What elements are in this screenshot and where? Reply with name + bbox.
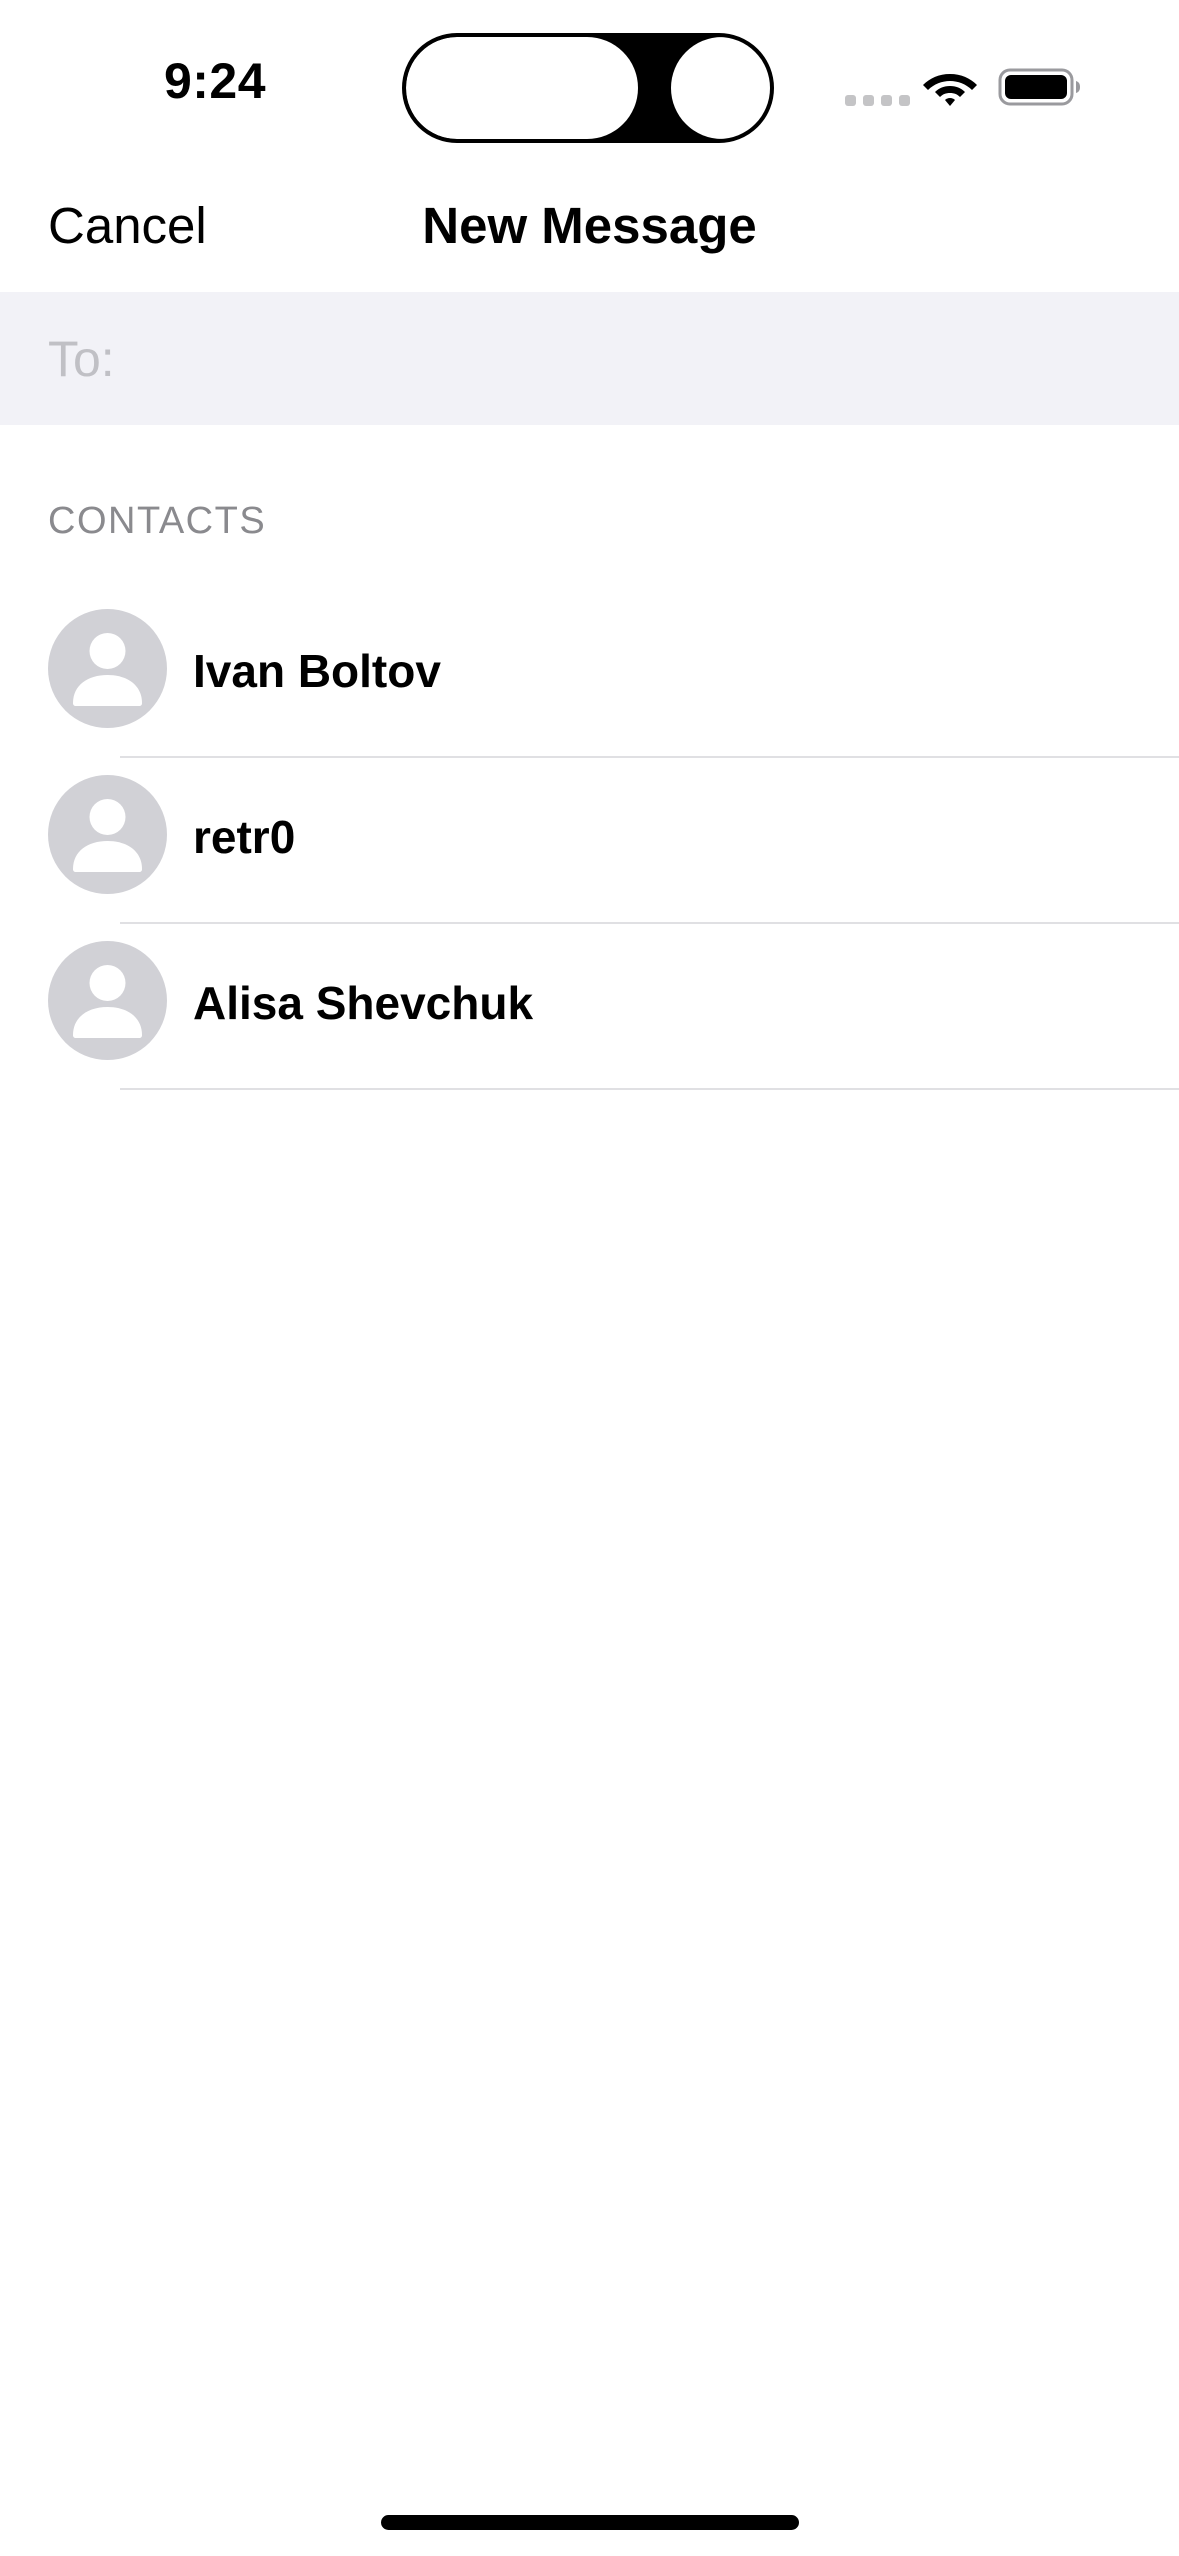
avatar [48,609,167,728]
wifi-icon [923,74,977,106]
avatar [48,775,167,894]
home-indicator[interactable] [381,2515,799,2530]
to-label: To: [48,331,115,387]
cellular-signal-icon [845,95,910,106]
row-divider [120,1088,1179,1090]
recipient-input[interactable] [140,312,1144,406]
person-icon [73,633,142,706]
to-field[interactable]: To: [0,292,1179,425]
avatar [48,941,167,1060]
contact-row[interactable]: Alisa Shevchuk [0,924,1179,1090]
person-icon [73,965,142,1038]
contact-list: Ivan Boltov retr0 Alisa Shevchuk [0,592,1179,1090]
cancel-button[interactable]: Cancel [48,196,207,255]
status-bar: 9:24 [0,0,1179,170]
dynamic-island-pill [406,37,638,139]
battery-icon [998,68,1080,106]
contact-row[interactable]: retr0 [0,758,1179,924]
contact-name: retr0 [193,811,296,863]
contact-name: Alisa Shevchuk [193,977,534,1029]
status-time: 9:24 [163,53,267,109]
dynamic-island-dot [671,37,770,139]
contacts-section-header: CONTACTS [48,500,267,542]
person-icon [73,799,142,872]
contact-name: Ivan Boltov [193,645,441,697]
contact-row[interactable]: Ivan Boltov [0,592,1179,758]
dynamic-island [402,33,774,143]
